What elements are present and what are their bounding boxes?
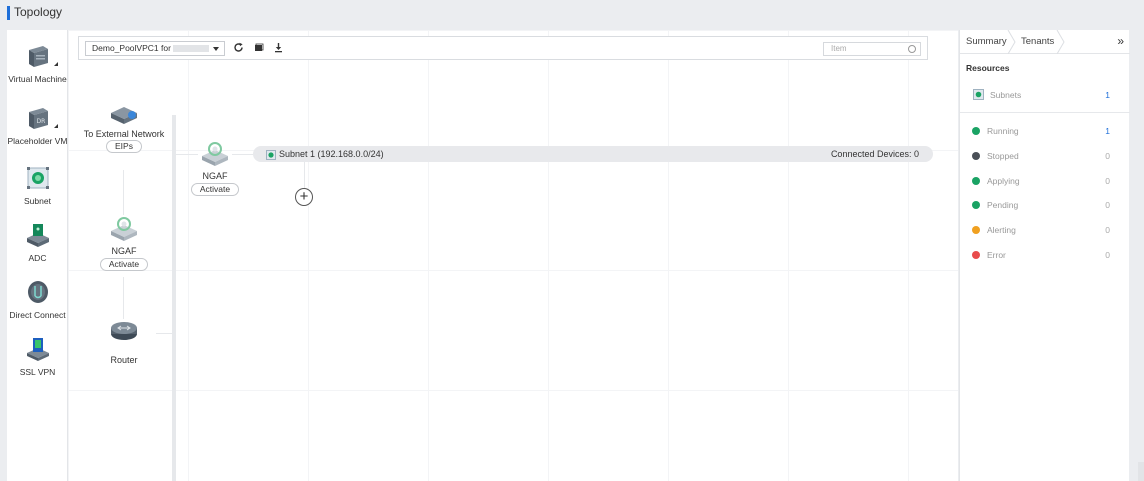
- scrollbar[interactable]: [1138, 462, 1144, 481]
- palette-item-adc[interactable]: ADC: [7, 221, 68, 263]
- ngaf-node-left[interactable]: NGAF Activate: [84, 213, 164, 271]
- ngaf-node-top[interactable]: NGAF Activate: [175, 138, 255, 196]
- subnet-bar[interactable]: Subnet 1 (192.168.0.0/24) Connected Devi…: [253, 146, 933, 162]
- page-header: Topology: [0, 0, 1144, 28]
- subnet-icon: [24, 164, 52, 192]
- panel-tabs: Summary Tenants »: [960, 30, 1130, 54]
- node-label: Router: [110, 355, 138, 365]
- component-palette: Virtual Machine DR Placeholder VM Subnet: [7, 30, 68, 481]
- status-row-stopped[interactable]: Stopped 0: [960, 149, 1130, 163]
- palette-label: Subnet: [24, 196, 51, 206]
- status-label: Running: [987, 126, 1019, 136]
- chevron-down-icon: [213, 47, 219, 51]
- download-icon[interactable]: [272, 42, 285, 55]
- external-network-node[interactable]: To External Network EIPs: [74, 104, 174, 153]
- status-label: Pending: [987, 200, 1019, 210]
- status-count: 0: [1105, 200, 1110, 210]
- resource-label: Subnets: [990, 90, 1022, 100]
- status-count: 0: [1105, 225, 1110, 235]
- status-row-running[interactable]: Running 1: [960, 124, 1130, 138]
- tab-summary[interactable]: Summary: [966, 30, 1007, 54]
- status-label: Error: [987, 250, 1006, 260]
- status-count: 0: [1105, 151, 1110, 161]
- adc-icon: [24, 221, 52, 249]
- masked-text: [172, 45, 209, 53]
- page-title: Topology: [14, 5, 63, 19]
- resources-title: Resources: [966, 63, 1010, 73]
- divider: [960, 112, 1130, 113]
- tab-tenants[interactable]: Tenants: [1021, 30, 1054, 54]
- activate-button[interactable]: Activate: [99, 258, 149, 271]
- tab-separator: [1056, 30, 1065, 54]
- vpc-select[interactable]: Demo_PoolVPC1 for: [85, 41, 225, 56]
- search-placeholder: Item: [831, 44, 847, 53]
- ngaf-icon: [202, 142, 228, 166]
- palette-label: Virtual Machine: [8, 74, 67, 84]
- node-label: NGAF: [202, 171, 228, 181]
- status-label: Applying: [987, 176, 1020, 186]
- status-row-error[interactable]: Error 0: [960, 248, 1130, 262]
- resource-count: 1: [1105, 90, 1110, 100]
- external-network-icon: [111, 107, 137, 124]
- palette-label: ADC: [28, 253, 47, 263]
- search-icon: [908, 45, 916, 53]
- status-count: 1: [1105, 126, 1110, 136]
- palette-item-ssl-vpn[interactable]: SSL VPN: [7, 335, 68, 377]
- palette-item-subnet[interactable]: Subnet: [7, 164, 68, 206]
- ssl-vpn-icon: [24, 335, 52, 363]
- collapse-panel-icon[interactable]: »: [1117, 34, 1124, 48]
- status-label: Stopped: [987, 151, 1019, 161]
- subnet-icon: [266, 149, 276, 165]
- eips-button[interactable]: EIPs: [106, 140, 142, 153]
- connector-line: [123, 170, 124, 215]
- error-status-icon: [972, 251, 980, 259]
- direct-connect-icon: [24, 278, 52, 306]
- palette-item-direct-connect[interactable]: Direct Connect: [7, 278, 68, 320]
- status-count: 0: [1105, 250, 1110, 260]
- router-icon: [111, 322, 137, 340]
- applying-status-icon: [972, 177, 980, 185]
- node-label: To External Network: [83, 129, 165, 139]
- palette-label: SSL VPN: [19, 367, 56, 377]
- alert-status-icon: [972, 226, 980, 234]
- connected-devices-count: Connected Devices: 0: [830, 149, 919, 159]
- resource-row-subnets[interactable]: Subnets 1: [960, 88, 1130, 102]
- tab-separator: [1007, 30, 1016, 54]
- palette-label: Placeholder VM: [7, 136, 68, 146]
- server-icon: [24, 42, 58, 70]
- pending-status-icon: [972, 201, 980, 209]
- ngaf-icon: [111, 217, 137, 241]
- palette-label: Direct Connect: [9, 310, 66, 320]
- subnet-icon: [973, 89, 984, 102]
- stop-status-icon: [972, 152, 980, 160]
- svg-text:DR: DR: [36, 118, 45, 125]
- activate-button[interactable]: Activate: [190, 183, 240, 196]
- topology-canvas[interactable]: Demo_PoolVPC1 for Item To External Netwo…: [68, 30, 958, 481]
- search-input[interactable]: Item: [823, 42, 921, 56]
- status-row-pending[interactable]: Pending 0: [960, 198, 1130, 212]
- router-node[interactable]: Router: [84, 320, 164, 365]
- dr-server-icon: DR: [24, 104, 58, 132]
- title-accent-bar: [7, 6, 10, 20]
- vpc-select-value: Demo_PoolVPC1 for: [92, 43, 171, 53]
- connector-line: [304, 162, 305, 188]
- canvas-toolbar: Demo_PoolVPC1 for Item: [78, 36, 928, 60]
- subnet-label: Subnet 1 (192.168.0.0/24): [279, 149, 384, 159]
- add-device-button[interactable]: +: [295, 188, 313, 206]
- status-row-alerting[interactable]: Alerting 0: [960, 223, 1130, 237]
- play-status-icon: [972, 127, 980, 135]
- summary-panel: Summary Tenants » Resources Subnets 1 Ru…: [959, 30, 1130, 481]
- palette-item-placeholder-vm[interactable]: DR Placeholder VM: [7, 104, 68, 146]
- palette-item-virtual-machine[interactable]: Virtual Machine: [7, 42, 68, 84]
- status-count: 0: [1105, 176, 1110, 186]
- refresh-icon[interactable]: [232, 42, 245, 55]
- status-row-applying[interactable]: Applying 0: [960, 174, 1130, 188]
- node-label: NGAF: [111, 246, 137, 256]
- connector-line: [123, 277, 124, 319]
- square-icon[interactable]: [252, 42, 265, 55]
- plus-icon: +: [299, 188, 309, 205]
- status-label: Alerting: [987, 225, 1016, 235]
